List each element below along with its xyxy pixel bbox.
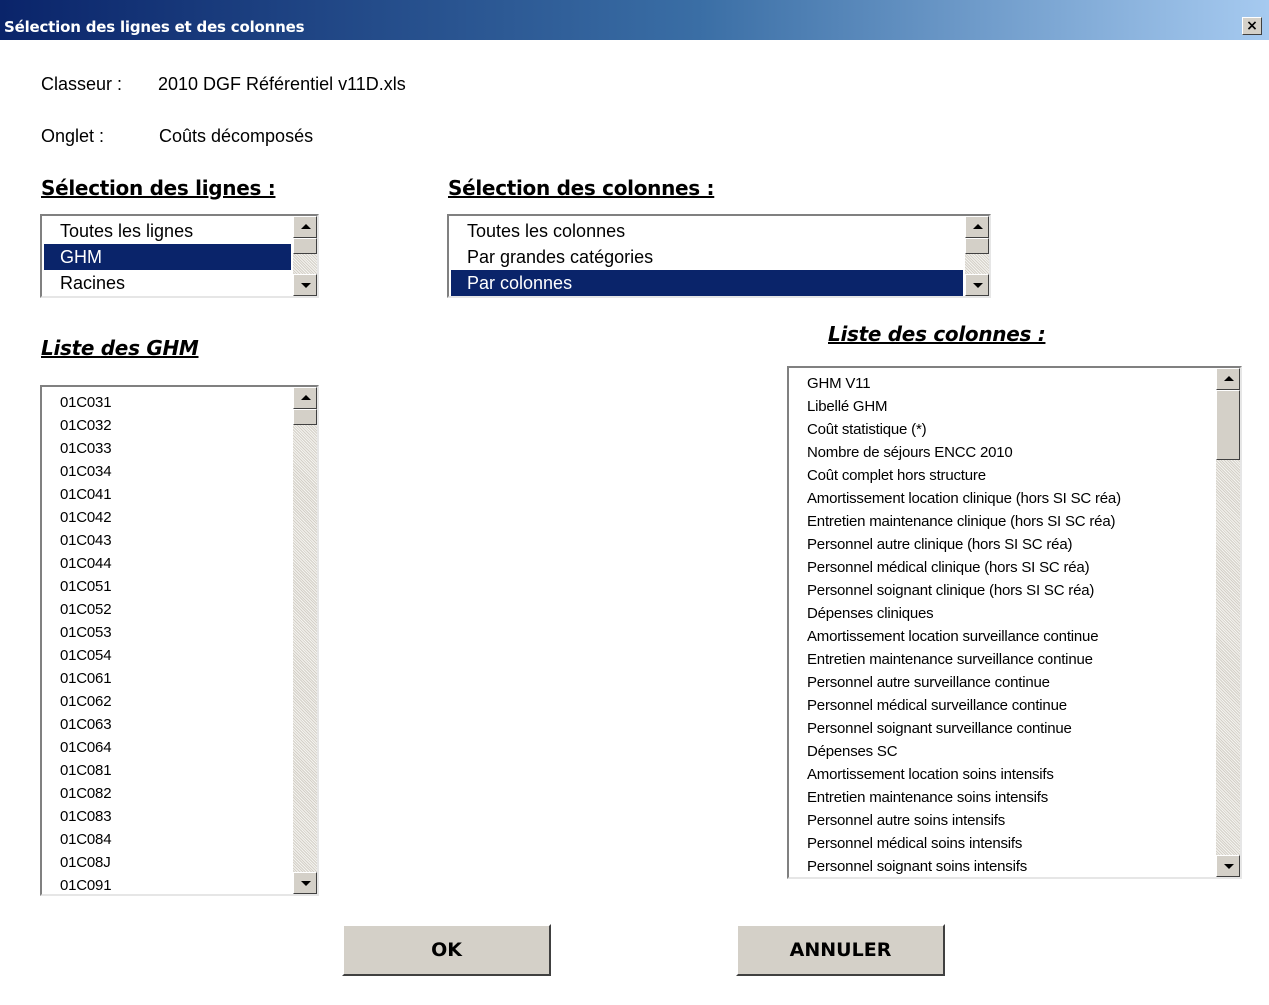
list-item[interactable]: Coût complet hors structure — [791, 464, 1214, 487]
arrow-down-icon — [1224, 864, 1234, 869]
ok-button[interactable]: OK — [342, 924, 551, 976]
list-item[interactable]: 01C054 — [44, 644, 291, 667]
scroll-up-button[interactable] — [293, 387, 317, 409]
list-item[interactable]: 01C064 — [44, 736, 291, 759]
columns-list-items: GHM V11 Libellé GHM Coût statistique (*) No… — [791, 372, 1214, 877]
list-item[interactable]: Toutes les lignes — [44, 218, 291, 244]
scroll-up-button[interactable] — [965, 216, 989, 238]
columns-selection-scrollbar[interactable] — [965, 216, 989, 296]
list-item[interactable]: 01C061 — [44, 667, 291, 690]
list-item[interactable]: Coût statistique (*) — [791, 418, 1214, 441]
ghm-list-items: 01C031 01C032 01C033 01C034 01C041 01C042 01C0… — [44, 391, 291, 894]
ghm-scrollbar[interactable] — [293, 387, 317, 894]
columns-scrollbar[interactable] — [1216, 368, 1240, 877]
columns-selection-items: Toutes les colonnes Par grandes catégorie… — [451, 218, 963, 296]
list-item[interactable]: Amortissement location clinique (hors SI… — [791, 487, 1214, 510]
list-item[interactable]: 01C062 — [44, 690, 291, 713]
list-item[interactable]: Toutes les colonnes — [451, 218, 963, 244]
workbook-value: 2010 DGF Référentiel v11D.xls — [158, 74, 406, 94]
columns-selection-listbox[interactable]: Toutes les colonnes Par grandes catégorie… — [447, 214, 991, 298]
list-item[interactable]: GHM — [44, 244, 291, 270]
list-item[interactable]: Personnel soignant clinique (hors SI SC … — [791, 579, 1214, 602]
list-item[interactable]: 01C053 — [44, 621, 291, 644]
ghm-list-title: Liste des GHM — [41, 336, 199, 360]
rows-selection-items: Toutes les lignes GHM Racines — [44, 218, 291, 296]
scroll-down-button[interactable] — [293, 274, 317, 296]
list-item[interactable]: Personnel soignant soins intensifs — [791, 855, 1214, 877]
list-item[interactable]: Personnel médical clinique (hors SI SC r… — [791, 556, 1214, 579]
list-item[interactable]: Personnel soignant surveillance continue — [791, 717, 1214, 740]
scroll-thumb[interactable] — [1216, 390, 1240, 460]
list-item[interactable]: 01C041 — [44, 483, 291, 506]
list-item[interactable]: Dépenses cliniques — [791, 602, 1214, 625]
scroll-down-button[interactable] — [1216, 855, 1240, 877]
list-item[interactable]: 01C081 — [44, 759, 291, 782]
list-item[interactable]: Par colonnes — [451, 270, 963, 296]
list-item[interactable]: 01C091 — [44, 874, 291, 894]
list-item[interactable]: Par grandes catégories — [451, 244, 963, 270]
arrow-up-icon — [1224, 376, 1234, 381]
arrow-up-icon — [301, 395, 311, 400]
list-item[interactable]: 01C082 — [44, 782, 291, 805]
close-button[interactable]: × — [1242, 17, 1262, 35]
list-item[interactable]: Personnel médical soins intensifs — [791, 832, 1214, 855]
list-item[interactable]: 01C033 — [44, 437, 291, 460]
list-item[interactable]: 01C052 — [44, 598, 291, 621]
list-item[interactable]: Nombre de séjours ENCC 2010 — [791, 441, 1214, 464]
rows-selection-title: Sélection des lignes : — [41, 176, 276, 200]
columns-list-title: Liste des colonnes : — [828, 322, 1046, 346]
list-item[interactable]: GHM V11 — [791, 372, 1214, 395]
workbook-label: Classeur : — [41, 74, 123, 94]
list-item[interactable]: Personnel autre soins intensifs — [791, 809, 1214, 832]
arrow-up-icon — [973, 224, 983, 229]
list-item[interactable]: Personnel autre clinique (hors SI SC réa… — [791, 533, 1214, 556]
scroll-up-button[interactable] — [293, 216, 317, 238]
arrow-down-icon — [973, 283, 983, 288]
list-item[interactable]: 01C043 — [44, 529, 291, 552]
scroll-up-button[interactable] — [1216, 368, 1240, 390]
list-item[interactable]: Personnel médical surveillance continue — [791, 694, 1214, 717]
scroll-down-button[interactable] — [293, 872, 317, 894]
scroll-thumb[interactable] — [293, 238, 317, 254]
sheet-label: Onglet : — [41, 126, 105, 146]
list-item[interactable]: 01C032 — [44, 414, 291, 437]
list-item[interactable]: 01C044 — [44, 552, 291, 575]
columns-selection-title: Sélection des colonnes : — [448, 176, 715, 200]
list-item[interactable]: 01C063 — [44, 713, 291, 736]
scroll-down-button[interactable] — [965, 274, 989, 296]
list-item[interactable]: 01C042 — [44, 506, 291, 529]
rows-selection-listbox[interactable]: Toutes les lignes GHM Racines — [40, 214, 319, 298]
rows-scrollbar[interactable] — [293, 216, 317, 296]
list-item[interactable]: 01C08J — [44, 851, 291, 874]
list-item[interactable]: 01C051 — [44, 575, 291, 598]
arrow-down-icon — [301, 881, 311, 886]
list-item[interactable]: Racines — [44, 270, 291, 296]
list-item[interactable]: 01C031 — [44, 391, 291, 414]
list-item[interactable]: Amortissement location surveillance cont… — [791, 625, 1214, 648]
ghm-listbox[interactable]: 01C031 01C032 01C033 01C034 01C041 01C042 01C0… — [40, 385, 319, 896]
list-item[interactable]: Entretien maintenance soins intensifs — [791, 786, 1214, 809]
window-title: Sélection des lignes et des colonnes — [4, 18, 305, 36]
list-item[interactable]: 01C084 — [44, 828, 291, 851]
close-icon: × — [1246, 18, 1258, 34]
list-item[interactable]: 01C034 — [44, 460, 291, 483]
list-item[interactable]: Dépenses SC — [791, 740, 1214, 763]
list-item[interactable]: 01C083 — [44, 805, 291, 828]
columns-listbox[interactable]: GHM V11 Libellé GHM Coût statistique (*) No… — [787, 366, 1242, 879]
arrow-up-icon — [301, 224, 311, 229]
list-item[interactable]: Entretien maintenance clinique (hors SI … — [791, 510, 1214, 533]
scroll-thumb[interactable] — [293, 409, 317, 425]
scroll-thumb[interactable] — [965, 238, 989, 254]
list-item[interactable]: Entretien maintenance surveillance conti… — [791, 648, 1214, 671]
title-bar: Sélection des lignes et des colonnes × — [0, 0, 1269, 40]
arrow-down-icon — [301, 283, 311, 288]
list-item[interactable]: Amortissement location soins intensifs — [791, 763, 1214, 786]
cancel-button[interactable]: ANNULER — [736, 924, 945, 976]
list-item[interactable]: Personnel autre surveillance continue — [791, 671, 1214, 694]
list-item[interactable]: Libellé GHM — [791, 395, 1214, 418]
sheet-value: Coûts décomposés — [159, 126, 314, 146]
